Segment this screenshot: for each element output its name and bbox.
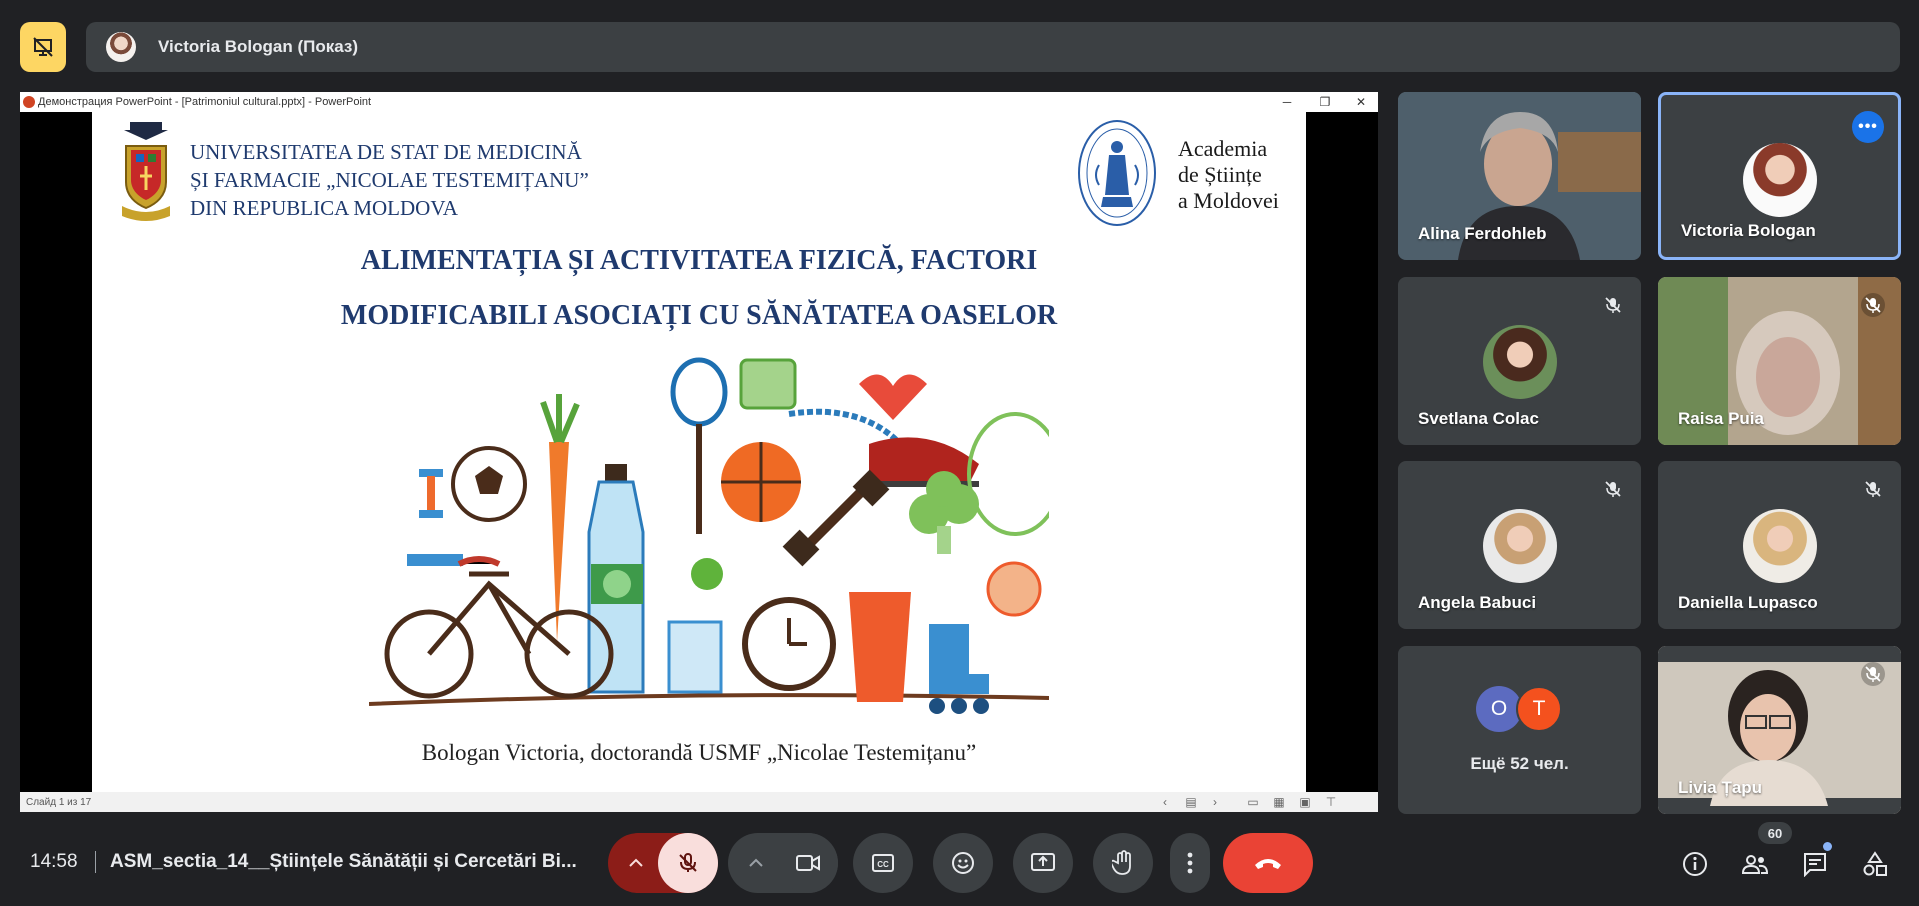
next-slide-icon[interactable]: › (1204, 792, 1226, 812)
activities-icon (1863, 851, 1887, 876)
others-tile[interactable]: O T Ещё 52 чел. (1398, 646, 1641, 814)
minimize-icon[interactable]: ─ (1272, 92, 1302, 112)
participant-tile-svetlana[interactable]: Svetlana Colac (1398, 277, 1641, 445)
camera-toggle-button[interactable] (778, 833, 838, 893)
meeting-name: ASM_sectia_14__Științele Sănătății și Ce… (110, 851, 577, 872)
presenting-bar: Victoria Bologan (Показ) (20, 22, 1900, 72)
shared-screen: Демонстрация PowerPoint - [Patrimoniul c… (20, 92, 1378, 812)
asm-line-3: a Moldovei (1178, 188, 1279, 213)
mic-off-icon (1861, 662, 1885, 686)
slide-title-line-2: MODIFICABILI ASOCIAȚI CU SĂNĂTATEA OASEL… (340, 300, 1058, 331)
mic-off-icon (1861, 293, 1885, 317)
sorter-view-icon[interactable]: ▦ (1268, 792, 1290, 812)
powerpoint-icon (23, 96, 35, 108)
participant-name: Alina Ferdohleb (1418, 224, 1547, 243)
leave-call-button[interactable] (1223, 833, 1313, 893)
normal-view-icon[interactable]: ▭ (1242, 792, 1264, 812)
close-icon[interactable]: ✕ (1346, 92, 1376, 112)
svg-text:CC: CC (877, 860, 889, 869)
mic-off-icon (1601, 477, 1625, 501)
avatar (1482, 325, 1557, 399)
avatar (1482, 509, 1557, 583)
asm-line-2: de Științe (1178, 162, 1262, 187)
others-avatar-2: T (1516, 686, 1562, 732)
participant-tile-alina[interactable]: Alina Ferdohleb (1398, 92, 1641, 260)
slide-title-line-1: ALIMENTAȚIA ȘI ACTIVITATEA FIZICĂ, FACTO… (360, 245, 1038, 276)
powerpoint-titlebar: Демонстрация PowerPoint - [Patrimoniul c… (20, 92, 1378, 112)
presenter-label: Victoria Bologan (Показ) (158, 37, 359, 56)
participant-name: Raisa Puia (1678, 409, 1764, 428)
usmf-line-1: UNIVERSITATEA DE STAT DE MEDICINĂ (190, 140, 582, 164)
prev-slide-icon[interactable]: ‹ (1154, 792, 1176, 812)
reactions-button[interactable] (933, 833, 993, 893)
slide-counter: Слайд 1 из 17 (26, 796, 92, 808)
present-screen-icon (1031, 853, 1055, 871)
captions-icon: CC (872, 854, 894, 872)
slide: UNIVERSITATEA DE STAT DE MEDICINĂ ȘI FAR… (92, 112, 1306, 792)
chat-icon (1804, 853, 1826, 877)
slideshow-view-icon[interactable]: ⊤ (1320, 792, 1342, 812)
powerpoint-window-title: Демонстрация PowerPoint - [Patrimoniul c… (38, 96, 372, 108)
meeting-time: 14:58 (30, 851, 78, 872)
participant-count-badge: 60 (1758, 822, 1792, 844)
reading-view-icon[interactable]: ▣ (1294, 792, 1316, 812)
mic-off-icon (1861, 477, 1885, 501)
slide-author: Bologan Victoria, doctorandă USMF „Nicol… (421, 740, 977, 765)
chat-unread-dot (1823, 842, 1832, 851)
usmf-name: UNIVERSITATEA DE STAT DE MEDICINĂ ȘI FAR… (190, 138, 589, 222)
mic-toggle-button[interactable] (658, 833, 718, 893)
raise-hand-button[interactable] (1093, 833, 1153, 893)
info-icon (1683, 852, 1707, 876)
participant-name: Svetlana Colac (1418, 409, 1539, 428)
present-now-button[interactable] (1013, 833, 1073, 893)
mic-off-icon (679, 853, 697, 872)
more-options-button[interactable] (1170, 833, 1210, 893)
participant-name: Angela Babuci (1418, 593, 1537, 612)
asm-seal-logo (1078, 120, 1156, 226)
presenter-avatar (106, 32, 136, 62)
asm-name: Academia de Științe a Moldovei (1178, 136, 1279, 214)
nutrition-activity-illustration (369, 357, 1049, 714)
video-options-chevron-icon[interactable] (736, 843, 776, 883)
participant-name: Daniella Lupasco (1678, 593, 1818, 612)
participant-name: Liviа Țapu (1678, 778, 1763, 797)
participant-tile-daniella[interactable]: Daniella Lupasco (1658, 461, 1901, 629)
slide-menu-icon[interactable]: ▤ (1180, 792, 1202, 812)
captions-button[interactable]: CC (853, 833, 913, 893)
mic-off-icon (1601, 293, 1625, 317)
presentation-icon[interactable] (20, 22, 66, 72)
hand-icon (1112, 850, 1131, 875)
participant-tile-raisa[interactable]: Raisa Puia (1658, 277, 1901, 445)
usmf-line-2: ȘI FARMACIE „NICOLAE TESTEMIȚANU” (190, 168, 589, 192)
restore-icon[interactable]: ❐ (1310, 92, 1340, 112)
participant-tile-livia[interactable]: Liviа Țapu (1658, 646, 1901, 814)
asm-line-1: Academia (1178, 136, 1268, 161)
emoji-icon (952, 852, 974, 874)
people-button[interactable] (1735, 844, 1775, 884)
avatar (1742, 509, 1817, 583)
participant-name: Victoria Bologan (1681, 221, 1816, 240)
participant-tile-victoria[interactable]: ••• Victoria Bologan (1658, 92, 1901, 260)
control-bar: 14:58 ASM_sectia_14__Științele Sănătății… (0, 818, 1919, 906)
audio-options-chevron-icon[interactable] (616, 843, 656, 883)
camera-icon (796, 855, 820, 871)
avatar (1742, 143, 1817, 217)
end-call-icon (1255, 859, 1281, 869)
activities-button[interactable] (1855, 844, 1895, 884)
participant-tile-angela[interactable]: Angela Babuci (1398, 461, 1641, 629)
usmf-line-3: DIN REPUBLICA MOLDOVA (190, 196, 458, 220)
usmf-crest-logo (122, 122, 170, 221)
divider (95, 851, 96, 873)
people-icon (1741, 855, 1769, 874)
more-options-icon[interactable]: ••• (1852, 111, 1884, 143)
presenter-pill[interactable]: Victoria Bologan (Показ) (86, 22, 1900, 72)
meeting-details-button[interactable] (1675, 844, 1715, 884)
more-vert-icon (1187, 852, 1193, 874)
others-label: Ещё 52 чел. (1470, 754, 1569, 773)
